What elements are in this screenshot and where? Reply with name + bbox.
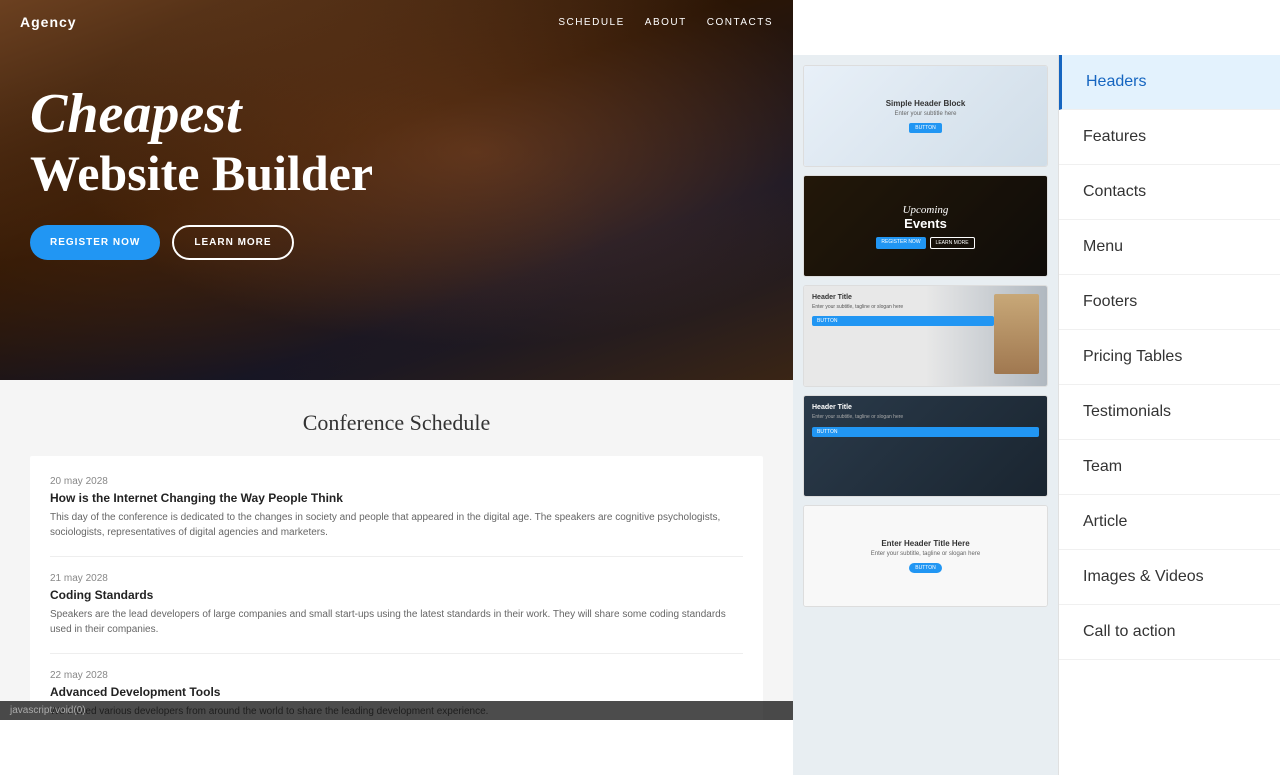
thumb-2-buttons: REGISTER NOW LEARN MORE [876,237,974,249]
hero-title-normal: Website Builder [30,146,763,201]
sidebar-item-team[interactable]: Team [1059,440,1280,495]
conf-desc-1: This day of the conference is dedicated … [50,510,743,540]
nav-link-contacts: CONTACTS [707,17,773,28]
thumb-img-2: Upcoming Events REGISTER NOW LEARN MORE [804,176,1047,276]
thumb-img-5: Enter Header Title Here Enter your subti… [804,506,1047,606]
conference-item-1: 20 may 2028 How is the Internet Changing… [50,476,743,557]
sidebar-item-images-videos[interactable]: Images & Videos [1059,550,1280,605]
nav-link-about: ABOUT [645,17,687,28]
thumb-2-content: Upcoming Events REGISTER NOW LEARN MORE [876,204,974,249]
conf-title-2: Coding Standards [50,588,743,602]
site-navigation: Agency SCHEDULE ABOUT CONTACTS [0,0,793,44]
site-nav-links: SCHEDULE ABOUT CONTACTS [558,17,773,28]
status-bar: javascript:void(0) [0,701,793,720]
website-preview: Agency SCHEDULE ABOUT CONTACTS Cheapest … [0,0,793,720]
conference-title: Conference Schedule [20,410,773,436]
sidebar-item-article[interactable]: Article [1059,495,1280,550]
status-text: javascript:void(0) [10,705,86,716]
thumb-5-sub: Enter your subtitle, tagline or slogan h… [871,551,980,557]
site-hero-section: Agency SCHEDULE ABOUT CONTACTS Cheapest … [0,0,793,380]
thumb-3-sub: Enter your subtitle, tagline or slogan h… [812,304,994,310]
conf-title-1: How is the Internet Changing the Way Peo… [50,491,743,505]
thumb-img-1: Simple Header Block Enter your subtitle … [804,66,1047,166]
thumb-3-text: Header Title Enter your subtitle, taglin… [812,294,994,326]
sidebar-nav: Headers Features Contacts Menu Footers P… [1058,55,1280,775]
thumb-5-btn: BUTTON [909,563,941,573]
sidebar-item-features[interactable]: Features [1059,110,1280,165]
thumb-4-title: Header Title [812,404,1039,411]
thumbnail-centered-header[interactable]: Enter Header Title Here Enter your subti… [803,505,1048,607]
hero-learn-more-button[interactable]: LEARN MORE [172,225,293,260]
right-panel: ✓ Select and Drag Section to Page Simple… [793,0,1280,720]
thumb-3-btn: BUTTON [812,316,994,326]
sidebar-item-pricing-tables[interactable]: Pricing Tables [1059,330,1280,385]
hero-title-italic: Cheapest [30,84,763,146]
site-logo: Agency [20,14,77,30]
sidebar-item-testimonials[interactable]: Testimonials [1059,385,1280,440]
thumb-4-btn: BUTTON [812,427,1039,437]
thumb-3-person-silhouette [994,294,1039,374]
conference-card: 20 may 2028 How is the Internet Changing… [30,456,763,720]
sidebar-item-headers[interactable]: Headers [1059,55,1280,110]
thumb-img-3: Header Title Enter your subtitle, taglin… [804,286,1047,386]
panel-content: Simple Header Block Enter your subtitle … [793,55,1280,720]
thumbnail-upcoming-events[interactable]: Upcoming Events REGISTER NOW LEARN MORE [803,175,1048,277]
sidebar-item-footers[interactable]: Footers [1059,275,1280,330]
nav-link-schedule: SCHEDULE [558,17,624,28]
thumbnail-header-person[interactable]: Header Title Enter your subtitle, taglin… [803,285,1048,387]
sidebar-item-menu[interactable]: Menu [1059,220,1280,275]
thumb-2-btn2: LEARN MORE [930,237,975,249]
thumb-3-title: Header Title [812,294,994,301]
sidebar-item-contacts[interactable]: Contacts [1059,165,1280,220]
hero-content: Cheapest Website Builder REGISTER NOW LE… [0,44,793,300]
conf-date-3: 22 may 2028 [50,670,743,681]
thumb-2-italic: Upcoming [876,204,974,216]
thumb-1-title: Simple Header Block [886,99,966,108]
thumb-1-btn: BUTTON [909,123,941,133]
thumb-img-4: Header Title Enter your subtitle, taglin… [804,396,1047,496]
sidebar-item-call-to-action[interactable]: Call to action [1059,605,1280,660]
conf-desc-2: Speakers are the lead developers of larg… [50,607,743,637]
thumbnail-dark-header[interactable]: Header Title Enter your subtitle, taglin… [803,395,1048,497]
conf-date-1: 20 may 2028 [50,476,743,487]
thumbnail-simple-header[interactable]: Simple Header Block Enter your subtitle … [803,65,1048,167]
hero-buttons: REGISTER NOW LEARN MORE [30,225,763,260]
conference-section: Conference Schedule 20 may 2028 How is t… [0,380,793,720]
thumb-1-subtitle: Enter your subtitle here [894,111,956,117]
thumb-2-title-text: Events [876,216,974,231]
conference-item-2: 21 may 2028 Coding Standards Speakers ar… [50,573,743,654]
hero-register-button[interactable]: REGISTER NOW [30,225,160,260]
thumb-4-text: Header Title Enter your subtitle, taglin… [812,404,1039,437]
thumb-4-sub: Enter your subtitle, tagline or slogan h… [812,414,1039,421]
conf-title-3: Advanced Development Tools [50,685,743,699]
thumbnails-panel[interactable]: Simple Header Block Enter your subtitle … [793,55,1058,775]
thumb-2-btn1: REGISTER NOW [876,237,925,249]
conf-date-2: 21 may 2028 [50,573,743,584]
thumb-5-title: Enter Header Title Here [881,539,969,548]
